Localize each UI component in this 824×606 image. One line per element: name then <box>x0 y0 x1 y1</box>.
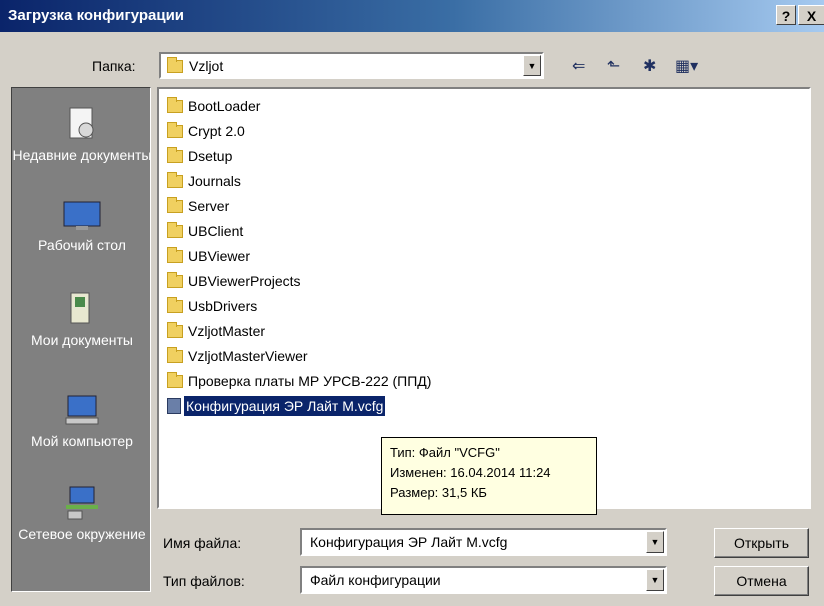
cancel-button[interactable]: Отмена <box>714 566 809 596</box>
folder-icon <box>167 321 183 338</box>
list-item[interactable]: VzljotMasterViewer <box>167 345 310 365</box>
folder-icon <box>167 196 183 213</box>
list-item[interactable]: Проверка платы МР УРСВ-222 (ППД) <box>167 370 433 390</box>
folder-icon <box>167 246 183 263</box>
filetype-label: Тип файлов: <box>163 573 245 589</box>
place-desktop[interactable]: Рабочий стол <box>12 200 152 254</box>
place-network[interactable]: Сетевое окружение <box>12 485 152 543</box>
place-my-computer[interactable]: Мой компьютер <box>12 394 152 450</box>
list-item[interactable]: UBViewer <box>167 245 252 265</box>
vcfg-file-icon <box>167 398 181 415</box>
list-item-selected[interactable]: Конфигурация ЭР Лайт М.vcfg <box>167 395 387 418</box>
folder-icon <box>167 346 183 363</box>
file-info-tooltip: Тип: Файл "VCFG" Изменен: 16.04.2014 11:… <box>381 437 597 515</box>
tooltip-size: Размер: 31,5 КБ <box>390 485 487 500</box>
up-folder-icon[interactable]: ⬑ <box>607 56 620 76</box>
chevron-down-icon[interactable]: ▼ <box>646 531 664 553</box>
lookin-combo[interactable]: Vzljot ▼ <box>159 52 544 79</box>
folder-icon <box>167 271 183 288</box>
tooltip-type: Тип: Файл "VCFG" <box>390 445 500 460</box>
place-label: Мои документы <box>30 332 133 348</box>
place-label: Рабочий стол <box>38 237 126 253</box>
place-label: Недавние документы <box>12 147 152 163</box>
filename-label: Имя файла: <box>163 535 242 551</box>
place-my-documents[interactable]: Мои документы <box>12 291 152 349</box>
list-item[interactable]: Journals <box>167 170 243 190</box>
place-label: Сетевое окружение <box>18 526 146 542</box>
folder-icon <box>167 146 183 163</box>
list-item[interactable]: Server <box>167 195 231 215</box>
list-item[interactable]: UBViewerProjects <box>167 270 303 290</box>
folder-icon <box>167 121 183 138</box>
new-folder-icon[interactable]: ✱ <box>643 56 656 76</box>
list-item[interactable]: VzljotMaster <box>167 320 267 340</box>
filetype-select[interactable]: Файл конфигурации ▼ <box>300 566 667 594</box>
folder-icon <box>167 296 183 313</box>
lookin-value: Vzljot <box>189 58 224 74</box>
my-documents-icon <box>70 292 90 324</box>
folder-icon <box>167 221 183 238</box>
window-title: Загрузка конфигурации <box>8 7 185 24</box>
help-button[interactable]: ? <box>776 5 796 25</box>
lookin-label: Папка: <box>92 58 136 74</box>
open-button[interactable]: Открыть <box>714 528 809 558</box>
recent-documents-icon <box>69 107 94 139</box>
list-item[interactable]: UsbDrivers <box>167 295 259 315</box>
filetype-value: Файл конфигурации <box>310 572 441 588</box>
desktop-icon <box>63 201 101 230</box>
filename-value: Конфигурация ЭР Лайт М.vcfg <box>310 534 508 550</box>
list-item[interactable]: Crypt 2.0 <box>167 120 247 140</box>
list-item[interactable]: BootLoader <box>167 95 262 115</box>
title-bar[interactable]: Загрузка конфигурации ? X <box>0 0 824 32</box>
folder-icon <box>167 171 183 188</box>
chevron-down-icon[interactable]: ▼ <box>646 569 664 591</box>
my-computer-icon <box>65 395 99 425</box>
tooltip-modified: Изменен: 16.04.2014 11:24 <box>390 465 551 480</box>
list-item[interactable]: UBClient <box>167 220 245 240</box>
filename-input[interactable]: Конфигурация ЭР Лайт М.vcfg ▼ <box>300 528 667 556</box>
place-label: Мой компьютер <box>31 433 133 449</box>
folder-icon <box>167 96 183 113</box>
views-menu-icon[interactable]: ▦▾ <box>675 56 698 76</box>
chevron-down-icon[interactable]: ▼ <box>523 55 541 76</box>
folder-icon <box>167 57 183 73</box>
places-bar: Недавние документы Рабочий стол Мои доку… <box>11 87 151 592</box>
back-icon[interactable]: ⇐ <box>572 56 585 76</box>
close-button[interactable]: X <box>798 5 824 25</box>
network-icon <box>66 486 98 520</box>
list-item[interactable]: Dsetup <box>167 145 234 165</box>
folder-icon <box>167 371 183 388</box>
place-recent[interactable]: Недавние документы <box>12 106 152 164</box>
